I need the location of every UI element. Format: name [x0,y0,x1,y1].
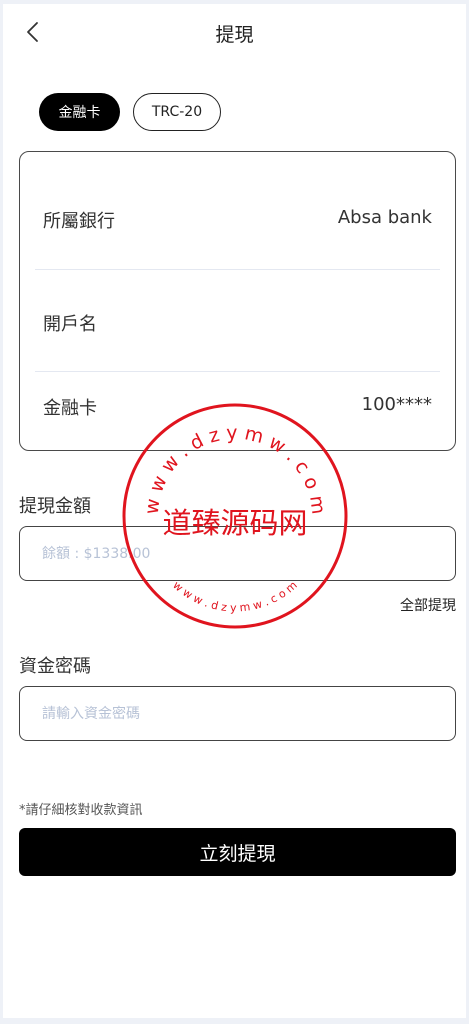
bank-value: Absa bank [337,207,432,228]
stamp-top-arc: w w w . d z y m w . c o m [141,422,330,516]
card-number-value: 100**** [361,394,432,415]
tab-trc20[interactable]: TRC-20 [133,93,221,131]
tab-bank-card[interactable]: 金融卡 [39,93,120,131]
amount-label: 提現金額 [19,496,91,517]
card-number-label: 金融卡 [43,398,97,419]
withdraw-page: 提現 金融卡 TRC-20 所屬銀行 Absa bank 開戶名 金融卡 100… [3,4,466,1018]
withdraw-all-link[interactable]: 全部提現 [400,595,456,615]
page-title: 提現 [215,24,254,46]
watermark-stamp: w w w . d z y m w . c o m 道臻源码网 w w w . … [122,403,348,629]
bank-row: 所屬銀行 Absa bank [35,169,440,269]
bank-label: 所屬銀行 [43,211,115,232]
divider [35,269,440,270]
stamp-center-text: 道臻源码网 [162,506,307,540]
holder-row: 開戶名 [35,272,440,372]
password-label: 資金密碼 [19,656,91,677]
stamp-bottom-arc: w w w . d z y m w . c o m [170,579,299,615]
verify-note: *請仔細核對收款資訊 [19,803,143,818]
submit-withdraw-button[interactable]: 立刻提現 [19,828,456,876]
holder-label: 開戶名 [43,314,97,335]
header: 提現 [3,4,466,62]
password-field[interactable] [19,686,456,741]
password-input[interactable] [42,687,432,740]
